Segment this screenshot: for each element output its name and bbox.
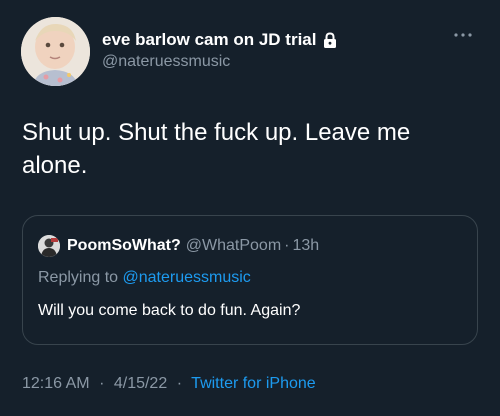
quoted-author-avatar[interactable] bbox=[38, 235, 60, 257]
tweet-source[interactable]: Twitter for iPhone bbox=[191, 375, 316, 392]
more-horizontal-icon[interactable] bbox=[452, 30, 474, 40]
meta-separator-2: · bbox=[176, 375, 183, 392]
quoted-timestamp[interactable]: 13h bbox=[292, 237, 319, 255]
author-avatar-image bbox=[21, 17, 90, 86]
quoted-tweet-text: Will you come back to do fun. Again? bbox=[38, 302, 301, 319]
quoted-tweet[interactable]: PoomSoWhat? @WhatPoom · 13h Replying to … bbox=[22, 215, 478, 345]
replying-to-line: Replying to @nateruessmusic bbox=[38, 269, 251, 287]
quoted-author-name[interactable]: PoomSoWhat? bbox=[67, 237, 181, 255]
lock-icon bbox=[324, 32, 337, 48]
author-avatar[interactable] bbox=[21, 17, 90, 86]
replying-to-prefix: Replying to bbox=[38, 269, 119, 286]
tweet-text: Shut up. Shut the fuck up. Leave me alon… bbox=[22, 119, 411, 179]
tweet-time[interactable]: 12:16 AM bbox=[22, 375, 90, 392]
quoted-separator: · bbox=[284, 237, 290, 254]
author-display-name-row[interactable]: eve barlow cam on JD trial bbox=[102, 30, 339, 50]
tweet-meta: 12:16 AM · 4/15/22 · Twitter for iPhone bbox=[22, 375, 316, 393]
quoted-author-avatar-image bbox=[38, 235, 60, 257]
author-display-name[interactable]: eve barlow cam on JD trial bbox=[102, 30, 316, 50]
quoted-tweet-header: PoomSoWhat? @WhatPoom · 13h bbox=[38, 235, 319, 257]
tweet-card: eve barlow cam on JD trial @nateruessmus… bbox=[0, 0, 500, 416]
replying-to-mention[interactable]: @nateruessmusic bbox=[123, 269, 251, 286]
meta-separator: · bbox=[99, 375, 105, 392]
quoted-author-handle[interactable]: @WhatPoom bbox=[186, 237, 281, 255]
tweet-date[interactable]: 4/15/22 bbox=[114, 375, 167, 392]
author-handle[interactable]: @nateruessmusic bbox=[102, 53, 230, 71]
